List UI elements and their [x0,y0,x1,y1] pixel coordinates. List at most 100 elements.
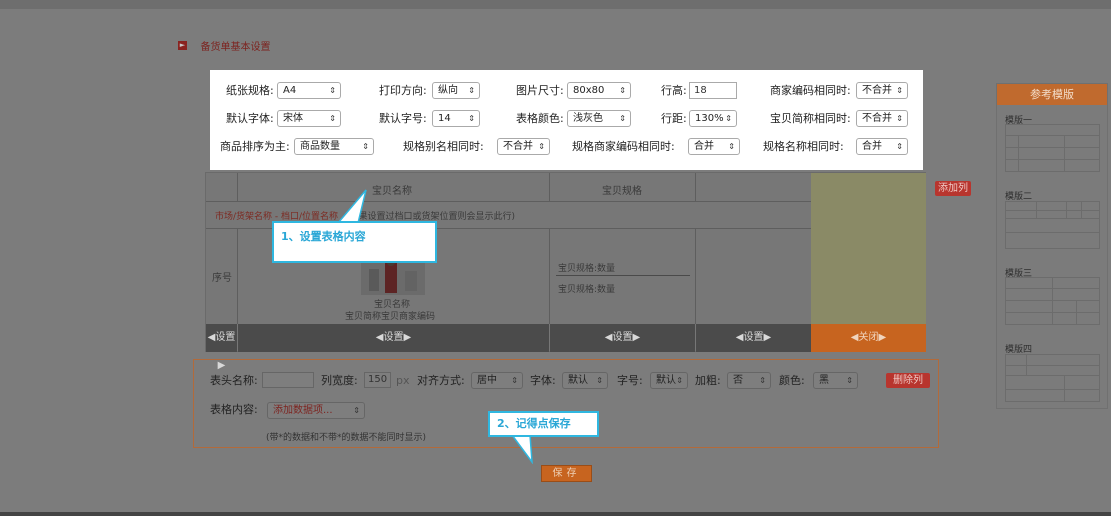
setting-button-product-spec[interactable]: ◀设置▶ [550,324,695,352]
select-arrow-icon: ⇕ [728,142,735,151]
template-thumbnail-2[interactable] [1005,201,1100,249]
line-spacing-select[interactable]: 130% ⇕ [689,110,737,127]
spec-name-same-label: 规格名称相同时: [763,140,844,153]
merchant-code-same-select[interactable]: 不合并 ⇕ [856,82,908,99]
select-arrow-icon: ⇕ [619,86,626,95]
paper-size-select[interactable]: A4 ⇕ [277,82,341,99]
setting-label: 设置 [743,332,764,343]
short-name-same-label: 宝贝简称相同时: [770,112,851,125]
setting-button-seq[interactable]: ◀设置▶ [206,324,237,371]
new-column-highlight[interactable] [811,173,926,324]
bold-label: 加粗: [695,374,721,387]
header-name-input[interactable] [262,372,314,388]
table-color-select[interactable]: 浅灰色 ⇕ [567,110,631,127]
add-data-item-select[interactable]: 添加数据项... ⇕ [267,402,365,419]
reference-template-panel: 参考模版 模版一 模版二 模版三 模版四 [996,83,1108,409]
font-select[interactable]: 默认 ⇕ [562,372,608,389]
select-arrow-icon: ⇕ [353,406,360,415]
spec-alias-same-select[interactable]: 不合并 ⇕ [497,138,550,155]
select-arrow-icon: ⇕ [596,376,603,385]
merchant-code-same-label: 商家编码相同时: [770,84,851,97]
select-arrow-icon: ⇕ [619,114,626,123]
select-arrow-icon: ⇕ [846,376,853,385]
select-arrow-icon: ⇕ [896,142,903,151]
header-product-spec[interactable]: 宝贝规格 [602,182,642,197]
align-label: 对齐方式: [417,374,465,387]
default-font-size-value: 14 [438,113,451,124]
paper-size-value: A4 [283,85,297,96]
image-size-label: 图片尺寸: [516,84,564,97]
select-arrow-icon: ⇕ [676,376,683,385]
select-arrow-icon: ⇕ [468,86,475,95]
column-width-unit: px [396,374,410,387]
seq-label: 序号 [212,273,232,284]
color-value: 黑 [819,375,829,386]
spec-merchant-code-same-select[interactable]: 合并 ⇕ [688,138,740,155]
print-direction-label: 打印方向: [379,84,427,97]
select-arrow-icon: ⇕ [725,114,732,123]
setting-label: 设置 [215,332,236,343]
setting-label: 设置 [383,332,404,343]
header-name-label: 表头名称: [210,374,258,387]
close-label: 关闭 [858,332,879,343]
sort-by-value: 商品数量 [300,141,340,152]
column-width-input[interactable]: 150 [364,372,391,388]
setting-button-product-name[interactable]: ◀设置▶ [238,324,549,352]
image-size-select[interactable]: 80x80 ⇕ [567,82,631,99]
top-bar [0,0,1111,9]
template-thumbnail-1[interactable] [1005,124,1100,172]
default-font-size-label: 默认字号: [379,112,427,125]
font-size-label: 字号: [617,374,643,387]
spec-name-same-select[interactable]: 合并 ⇕ [856,138,908,155]
select-arrow-icon: ⇕ [329,114,336,123]
sort-by-select[interactable]: 商品数量 ⇕ [294,138,374,155]
spec-merchant-code-same-label: 规格商家编码相同时: [572,140,675,153]
sort-by-label: 商品排序为主: [220,140,290,153]
add-data-item-value: 添加数据项... [273,405,333,416]
font-size-select[interactable]: 默认 ⇕ [650,372,688,389]
default-font-value: 宋体 [283,113,303,124]
short-name-same-select[interactable]: 不合并 ⇕ [856,110,908,127]
section-bullet-icon: ► [178,41,187,50]
spec-qty-2: 宝贝规格:数量 [558,285,616,295]
default-font-select[interactable]: 宋体 ⇕ [277,110,341,127]
font-value: 默认 [568,375,588,386]
bold-value: 否 [733,375,743,386]
select-arrow-icon: ⇕ [362,142,369,151]
image-size-value: 80x80 [573,85,605,96]
section-title: 备货单基本设置 [200,42,271,53]
table-color-value: 浅灰色 [573,113,603,124]
default-font-size-select[interactable]: 14 ⇕ [432,110,480,127]
spec-qty-1: 宝贝规格:数量 [558,264,616,274]
print-direction-select[interactable]: 纵向 ⇕ [432,82,480,99]
align-value: 居中 [477,375,497,386]
tooltip-remember-save: 2、记得点保存 [488,411,599,437]
table-color-label: 表格颜色: [516,112,564,125]
row-height-input[interactable]: 18 [689,82,737,99]
template-thumbnail-3[interactable] [1005,277,1100,325]
color-select[interactable]: 黑 ⇕ [813,372,858,389]
align-select[interactable]: 居中 ⇕ [471,372,523,389]
print-direction-value: 纵向 [438,85,458,96]
tooltip-set-table-content: 1、设置表格内容 [272,221,437,263]
setting-button-empty-col[interactable]: ◀设置▶ [696,324,811,352]
select-arrow-icon: ⇕ [759,376,766,385]
bold-select[interactable]: 否 ⇕ [727,372,771,389]
line-spacing-label: 行距: [661,112,687,125]
spec-name-same-value: 合并 [862,141,882,152]
header-product-name[interactable]: 宝贝名称 [372,182,412,197]
select-arrow-icon: ⇕ [896,114,903,123]
close-column-button[interactable]: ◀关闭▶ [811,324,926,352]
row-height-label: 行高: [661,84,687,97]
template-panel-title: 参考模版 [997,84,1107,105]
add-column-button[interactable]: 添加列 [935,181,971,196]
template-thumbnail-4[interactable] [1005,354,1100,402]
content-note: (带*的数据和不带*的数据不能同时显示) [266,433,427,443]
select-arrow-icon: ⇕ [538,142,545,151]
column-width-label: 列宽度: [321,374,358,387]
save-button[interactable]: 保存 [541,465,592,482]
select-arrow-icon: ⇕ [468,114,475,123]
delete-column-button[interactable]: 删除列 [886,373,930,388]
font-size-value: 默认 [656,375,676,386]
select-arrow-icon: ⇕ [896,86,903,95]
